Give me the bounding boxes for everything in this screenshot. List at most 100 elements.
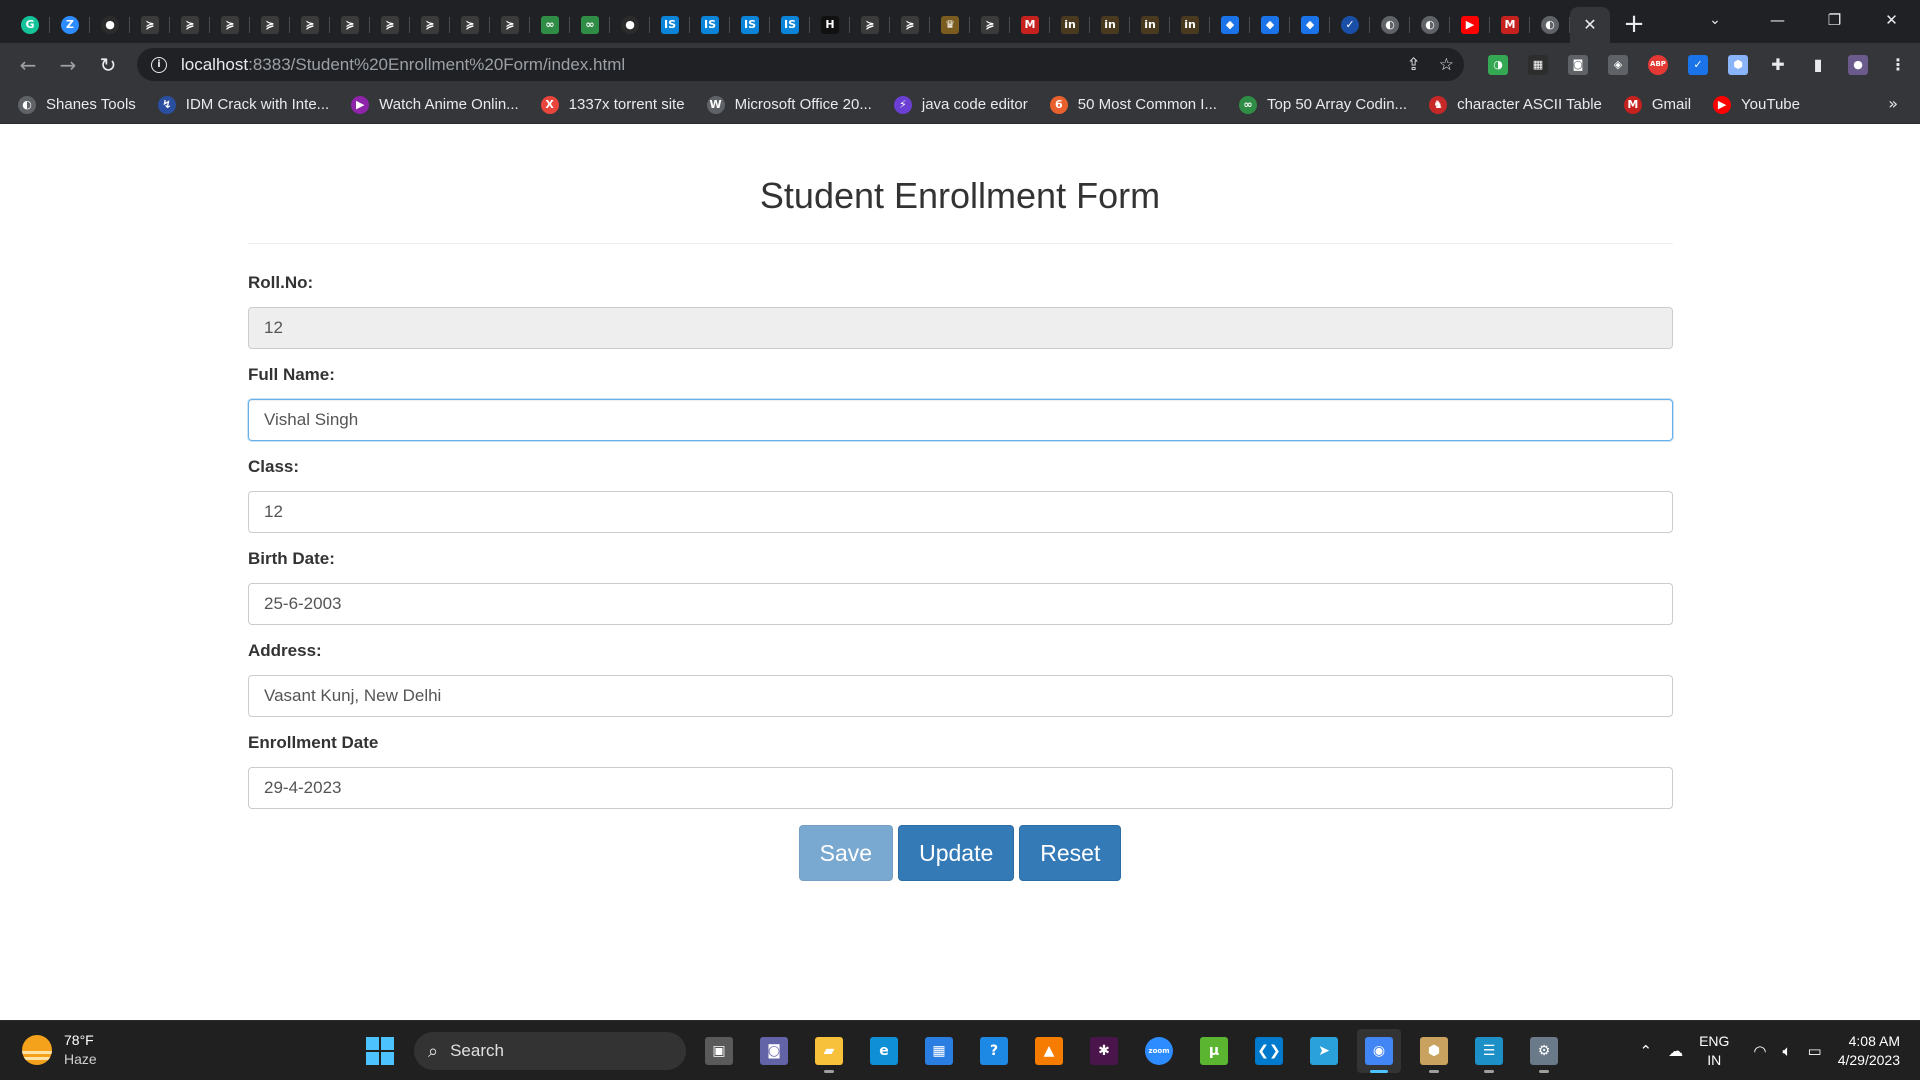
extension-button[interactable]: ◙: [1558, 47, 1598, 83]
bookmark-item[interactable]: ♞ character ASCII Table: [1429, 95, 1602, 114]
extension-button[interactable]: ●: [1838, 47, 1878, 83]
extension-button[interactable]: ◑: [1478, 47, 1518, 83]
birth-date-input[interactable]: [248, 583, 1673, 625]
taskbar-app[interactable]: ◙: [752, 1029, 796, 1073]
reload-icon[interactable]: ↻: [88, 47, 128, 83]
update-button[interactable]: Update: [898, 825, 1015, 881]
browser-tab[interactable]: in: [1050, 7, 1090, 43]
browser-tab[interactable]: IS: [770, 7, 810, 43]
browser-tab[interactable]: ≽: [290, 7, 330, 43]
browser-tab[interactable]: ≽: [170, 7, 210, 43]
taskbar-app[interactable]: zoom: [1137, 1029, 1181, 1073]
extension-button[interactable]: ⋮: [1878, 47, 1918, 83]
bookmark-item[interactable]: ∞ Top 50 Array Codin...: [1238, 95, 1407, 114]
taskbar-app[interactable]: ◉: [1357, 1029, 1401, 1073]
browser-tab[interactable]: ♛: [930, 7, 970, 43]
address-input[interactable]: [248, 675, 1673, 717]
share-icon[interactable]: ⇪: [1407, 55, 1421, 75]
bookmark-item[interactable]: M Gmail: [1623, 95, 1691, 114]
browser-tab[interactable]: ≽: [330, 7, 370, 43]
browser-tab[interactable]: ◐: [1370, 7, 1410, 43]
taskbar-app[interactable]: ▦: [917, 1029, 961, 1073]
browser-tab[interactable]: ≽: [130, 7, 170, 43]
weather-widget[interactable]: 78°F Haze: [22, 1031, 97, 1069]
browser-tab[interactable]: ≽: [250, 7, 290, 43]
browser-tab[interactable]: H: [810, 7, 850, 43]
browser-tab[interactable]: in: [1130, 7, 1170, 43]
browser-tab[interactable]: ≽: [410, 7, 450, 43]
address-bar[interactable]: i localhost:8383/Student%20Enrollment%20…: [137, 48, 1464, 81]
browser-tab[interactable]: ≽: [450, 7, 490, 43]
full-name-input[interactable]: [248, 399, 1673, 441]
browser-tab[interactable]: Z: [50, 7, 90, 43]
taskbar-app[interactable]: ⬢: [1412, 1029, 1456, 1073]
bookmark-item[interactable]: ▶ Watch Anime Onlin...: [351, 95, 519, 114]
bookmarks-overflow-icon[interactable]: »: [1888, 94, 1898, 113]
taskbar-app[interactable]: ⚙: [1522, 1029, 1566, 1073]
extension-button[interactable]: ✓: [1678, 47, 1718, 83]
browser-tab[interactable]: M: [1490, 7, 1530, 43]
back-arrow-icon[interactable]: ←: [8, 47, 48, 83]
browser-tab[interactable]: ≽: [370, 7, 410, 43]
browser-tab[interactable]: ◆: [1250, 7, 1290, 43]
browser-tab[interactable]: ∞: [530, 7, 570, 43]
forward-arrow-icon[interactable]: →: [48, 47, 88, 83]
reset-button[interactable]: Reset: [1019, 825, 1122, 881]
taskbar-app[interactable]: ▰: [807, 1029, 851, 1073]
browser-tab[interactable]: ≽: [890, 7, 930, 43]
extension-button[interactable]: ABP: [1638, 47, 1678, 83]
taskbar-app[interactable]: ☰: [1467, 1029, 1511, 1073]
browser-tab[interactable]: IS: [650, 7, 690, 43]
browser-tab[interactable]: G: [10, 7, 50, 43]
bookmark-item[interactable]: 6 50 Most Common I...: [1049, 95, 1217, 114]
browser-tab[interactable]: ≽: [490, 7, 530, 43]
windows-start-icon[interactable]: [360, 1031, 400, 1071]
browser-tab[interactable]: ◐: [1530, 7, 1570, 43]
volume-icon[interactable]: 🔈︎: [1783, 1042, 1792, 1060]
bookmark-item[interactable]: W Microsoft Office 20...: [706, 95, 872, 114]
bookmark-item[interactable]: ⚡ java code editor: [893, 95, 1028, 114]
browser-tab[interactable]: ▶: [1450, 7, 1490, 43]
minimize-icon[interactable]: —: [1749, 0, 1806, 40]
browser-tab-active[interactable]: ✕: [1570, 6, 1610, 43]
browser-tab[interactable]: ≽: [850, 7, 890, 43]
browser-tab[interactable]: IS: [730, 7, 770, 43]
taskbar-app[interactable]: ❮❯: [1247, 1029, 1291, 1073]
browser-tab[interactable]: ✓: [1330, 7, 1370, 43]
extension-button[interactable]: ⬢: [1718, 47, 1758, 83]
browser-tab[interactable]: ◐: [1410, 7, 1450, 43]
class-input[interactable]: [248, 491, 1673, 533]
new-tab-icon[interactable]: +: [1614, 6, 1654, 42]
browser-tab[interactable]: in: [1170, 7, 1210, 43]
close-window-icon[interactable]: ✕: [1863, 0, 1920, 40]
url-text[interactable]: localhost:8383/Student%20Enrollment%20Fo…: [181, 55, 625, 75]
bookmark-item[interactable]: X 1337x torrent site: [540, 95, 685, 114]
site-info-icon[interactable]: i: [151, 56, 167, 73]
browser-tab[interactable]: M: [1010, 7, 1050, 43]
bookmark-item[interactable]: ▶ YouTube: [1713, 95, 1800, 114]
restore-icon[interactable]: ❐: [1806, 0, 1863, 40]
battery-icon[interactable]: ▭: [1808, 1042, 1822, 1060]
bookmark-item[interactable]: ↯ IDM Crack with Inte...: [157, 95, 329, 114]
taskbar-app[interactable]: ▣: [697, 1029, 741, 1073]
browser-tab[interactable]: IS: [690, 7, 730, 43]
enrollment-date-input[interactable]: [248, 767, 1673, 809]
taskbar-app[interactable]: e: [862, 1029, 906, 1073]
taskbar-app[interactable]: ➤: [1302, 1029, 1346, 1073]
extension-button[interactable]: ▦: [1518, 47, 1558, 83]
onedrive-error-icon[interactable]: ☁: [1668, 1042, 1683, 1060]
browser-tab[interactable]: ◆: [1290, 7, 1330, 43]
taskbar-search[interactable]: ⌕ Search: [414, 1032, 686, 1070]
tab-search-icon[interactable]: ⌄: [1700, 6, 1730, 34]
chevron-up-icon[interactable]: ⌃: [1639, 1042, 1652, 1060]
browser-tab[interactable]: ≽: [210, 7, 250, 43]
taskbar-app[interactable]: µ: [1192, 1029, 1236, 1073]
taskbar-app[interactable]: ?: [972, 1029, 1016, 1073]
clock[interactable]: 4:08 AM 4/29/2023: [1838, 1032, 1900, 1070]
language-indicator[interactable]: ENG IN: [1699, 1032, 1729, 1070]
browser-tab[interactable]: ≽: [970, 7, 1010, 43]
taskbar-app[interactable]: ▲: [1027, 1029, 1071, 1073]
browser-tab[interactable]: in: [1090, 7, 1130, 43]
browser-tab[interactable]: ◆: [1210, 7, 1250, 43]
taskbar-app[interactable]: ✱: [1082, 1029, 1126, 1073]
